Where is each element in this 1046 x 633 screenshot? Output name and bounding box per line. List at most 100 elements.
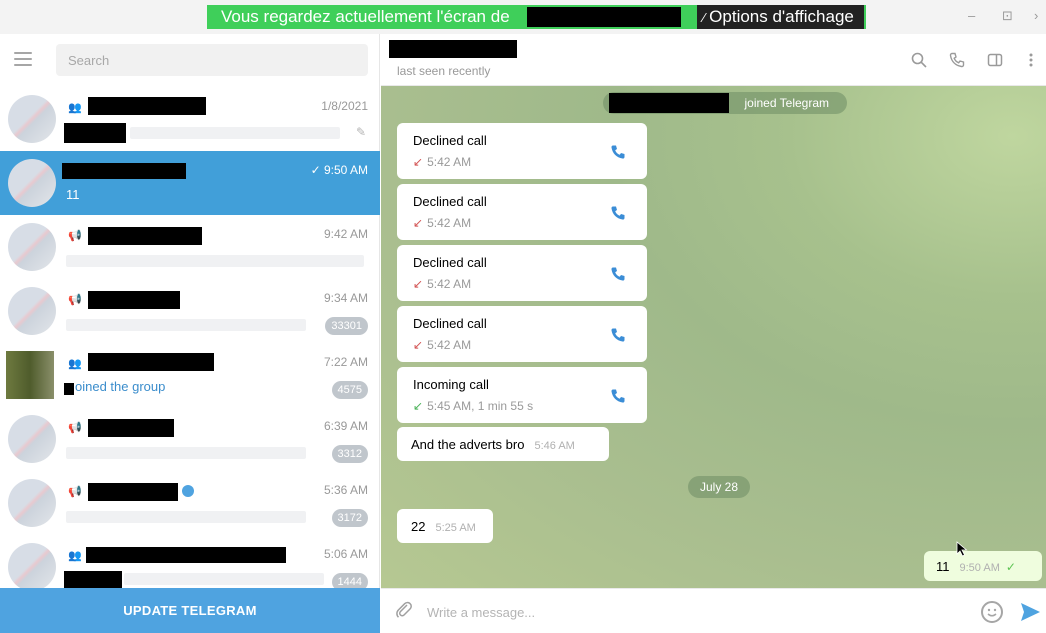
redacted-chat-name (62, 163, 186, 179)
minimize-icon[interactable]: – (968, 8, 975, 23)
chat-list-item[interactable]: 📢 5:36 AM 3172 (0, 471, 380, 535)
chat-list-item[interactable]: 📢 9:34 AM 33301 (0, 279, 380, 343)
call-title: Declined call (413, 255, 487, 270)
read-check-icon: ✓ (1005, 560, 1016, 574)
avatar (8, 223, 56, 271)
pin-icon: ✎ (355, 125, 366, 139)
chat-time: 7:22 AM (323, 355, 368, 369)
redacted-preview (64, 123, 126, 143)
declined-arrow-icon: ↙ (413, 277, 424, 291)
incoming-message[interactable]: And the adverts bro 5:46 AM (397, 427, 609, 461)
phone-icon[interactable] (947, 50, 967, 70)
chat-preview: oined the group (75, 379, 166, 394)
chat-time: 6:39 AM (323, 419, 368, 433)
redacted-name (609, 93, 729, 113)
call-back-phone-icon[interactable] (607, 202, 629, 224)
call-detail: ↙ 5:42 AM (413, 277, 472, 291)
preview-blur (124, 573, 324, 585)
emoji-icon[interactable] (981, 601, 1003, 623)
call-back-phone-icon[interactable] (607, 263, 629, 285)
chat-list-item[interactable]: 👥 7:22 AM oined the group 4575 (0, 343, 380, 407)
chat-time: 5:06 AM (323, 547, 368, 561)
avatar (8, 95, 56, 143)
call-back-phone-icon[interactable] (607, 141, 629, 163)
date-divider: July 28 (688, 476, 751, 498)
title-bar: Vous regardez actuellement l'écran de ⁄ … (0, 0, 1046, 34)
display-options-label: Options d'affichage (709, 7, 854, 26)
call-title: Declined call (413, 316, 487, 331)
call-detail: ↙ 5:42 AM (413, 216, 472, 230)
more-options-icon[interactable] (1021, 50, 1041, 70)
preview-blur (66, 511, 306, 523)
call-message[interactable]: Declined call ↙ 5:42 AM (397, 306, 647, 362)
group-icon: 👥 (68, 358, 82, 370)
message-input[interactable] (427, 600, 967, 624)
call-message[interactable]: Declined call ↙ 5:42 AM (397, 245, 647, 301)
call-detail: ↙ 5:42 AM (413, 338, 472, 352)
declined-arrow-icon: ↙ (413, 338, 424, 352)
redacted-chat-name (88, 227, 202, 245)
call-message[interactable]: Declined call ↙ 5:42 AM (397, 123, 647, 179)
redacted-chat-name (88, 483, 178, 501)
chat-list-item[interactable]: 📢 9:42 AM (0, 215, 380, 279)
message-text: And the adverts bro 5:46 AM (411, 437, 575, 452)
screen-share-banner: Vous regardez actuellement l'écran de ⁄ … (207, 5, 866, 29)
close-icon[interactable]: › (1034, 8, 1038, 23)
preview-blur (66, 255, 364, 267)
call-title: Incoming call (413, 377, 489, 392)
call-back-phone-icon[interactable] (607, 324, 629, 346)
unread-badge: 3312 (331, 445, 368, 463)
call-title: Declined call (413, 194, 487, 209)
redacted-preview (64, 383, 74, 395)
redacted-chat-title[interactable] (389, 40, 517, 58)
chat-time: 1/8/2021 (321, 99, 368, 113)
send-icon[interactable] (1019, 601, 1041, 623)
preview-blur (66, 447, 306, 459)
channel-icon: 📢 (68, 422, 82, 434)
search-icon[interactable] (909, 50, 929, 70)
call-back-phone-icon[interactable] (607, 385, 629, 407)
incoming-message[interactable]: 22 5:25 AM (397, 509, 493, 543)
chat-list-sidebar: 👥 1/8/2021 ✎ ✓ 9:50 AM 11 📢 9:42 AM 📢 9:… (0, 34, 380, 633)
chat-header: last seen recently (381, 34, 1046, 86)
screen-share-text: Vous regardez actuellement l'écran de (221, 7, 510, 26)
display-options-button[interactable]: ⁄ Options d'affichage (697, 5, 864, 29)
chat-list-item[interactable]: 📢 6:39 AM 3312 (0, 407, 380, 471)
message-text: 11 9:50 AM ✓ (936, 559, 1016, 574)
redacted-chat-name (88, 291, 180, 309)
group-icon: 👥 (68, 550, 82, 562)
message-time: 5:46 AM (534, 440, 575, 452)
sidebar-toggle-icon[interactable] (985, 50, 1005, 70)
call-detail: ↙ 5:45 AM, 1 min 55 s (413, 399, 534, 413)
redacted-chat-name (88, 97, 206, 115)
outgoing-message[interactable]: 11 9:50 AM ✓ (924, 551, 1042, 581)
avatar (8, 287, 56, 335)
unread-badge: 3172 (331, 509, 368, 527)
update-telegram-button[interactable]: UPDATE TELEGRAM (0, 588, 380, 633)
maximize-icon[interactable]: ⊡ (1002, 8, 1013, 24)
message-text: 22 5:25 AM (411, 519, 476, 534)
verified-icon (182, 485, 194, 497)
paperclip-icon[interactable] (395, 601, 415, 621)
message-composer (381, 588, 1046, 633)
hamburger-menu-icon[interactable] (14, 52, 32, 66)
chat-list-item-active[interactable]: ✓ 9:50 AM 11 (0, 151, 380, 215)
call-message[interactable]: Declined call ↙ 5:42 AM (397, 184, 647, 240)
search-input[interactable] (56, 44, 368, 76)
chat-time: 5:36 AM (323, 483, 368, 497)
message-time: 9:50 AM (959, 562, 1000, 574)
unread-badge: 33301 (325, 317, 368, 335)
message-time: 5:25 AM (435, 522, 476, 534)
chat-list-item[interactable]: 👥 1/8/2021 ✎ (0, 87, 380, 151)
redacted-name (527, 7, 681, 27)
avatar (8, 543, 56, 591)
channel-icon: 📢 (68, 486, 82, 498)
call-detail: ↙ 5:42 AM (413, 155, 472, 169)
avatar (8, 479, 56, 527)
incoming-arrow-icon: ↙ (413, 399, 424, 413)
avatar (8, 159, 56, 207)
chat-preview: 11 (66, 187, 80, 202)
call-message[interactable]: Incoming call ↙ 5:45 AM, 1 min 55 s (397, 367, 647, 423)
declined-arrow-icon: ↙ (413, 216, 424, 230)
redacted-preview (64, 571, 122, 589)
